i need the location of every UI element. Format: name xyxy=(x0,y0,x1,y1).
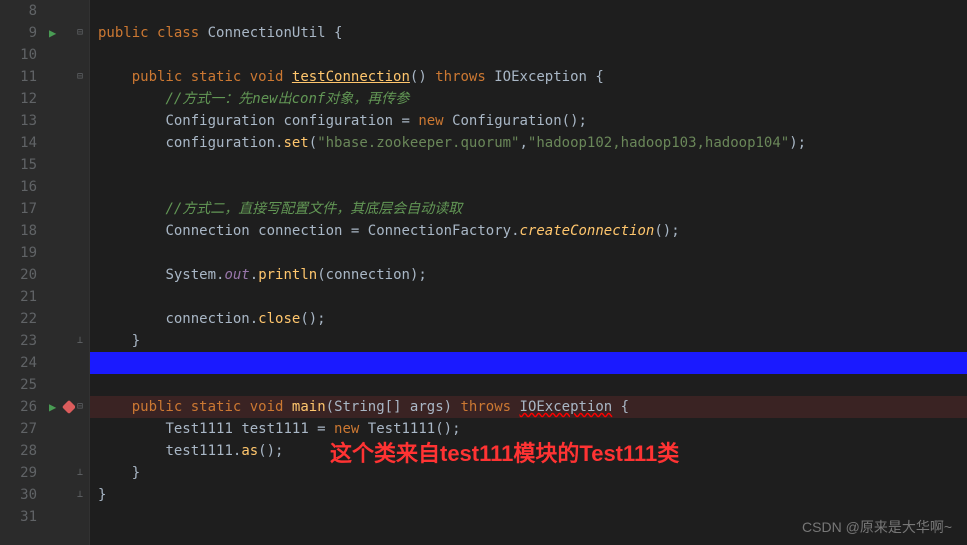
code-comment: //方式一：先new出conf对象，再传参 xyxy=(165,91,409,107)
fold-end-icon[interactable]: ⊥ xyxy=(77,484,83,506)
line-number[interactable]: 8 xyxy=(0,0,37,22)
line-number[interactable]: 24 xyxy=(0,352,37,374)
line-number[interactable]: 11 xyxy=(0,66,37,88)
line-number[interactable]: 10 xyxy=(0,44,37,66)
line-number[interactable]: 13 xyxy=(0,110,37,132)
code-text-area[interactable]: public class ConnectionUtil { public sta… xyxy=(90,0,967,545)
run-gutter-icon[interactable]: ▶ xyxy=(49,22,56,44)
fold-toggle-icon[interactable]: ⊟ xyxy=(77,22,83,44)
line-number[interactable]: 22 xyxy=(0,308,37,330)
fold-end-icon[interactable]: ⊥ xyxy=(77,462,83,484)
line-number[interactable]: 14 xyxy=(0,132,37,154)
line-number-gutter: 8 9 10 11 12 13 14 15 16 17 18 19 20 21 … xyxy=(0,0,45,545)
current-line[interactable] xyxy=(90,352,967,374)
marker-column: ▶ ▶ xyxy=(45,0,75,545)
line-number[interactable]: 30 xyxy=(0,484,37,506)
line-number[interactable]: 16 xyxy=(0,176,37,198)
fold-toggle-icon[interactable]: ⊟ xyxy=(77,66,83,88)
fold-column: ⊟ ⊟ ⊥ ⊟ ⊥ ⊥ xyxy=(75,0,90,545)
line-number[interactable]: 29 xyxy=(0,462,37,484)
line-number[interactable]: 9 xyxy=(0,22,37,44)
line-number[interactable]: 26 xyxy=(0,396,37,418)
line-number[interactable]: 23 xyxy=(0,330,37,352)
line-number[interactable]: 18 xyxy=(0,220,37,242)
line-number[interactable]: 27 xyxy=(0,418,37,440)
line-number[interactable]: 21 xyxy=(0,286,37,308)
fold-end-icon[interactable]: ⊥ xyxy=(77,330,83,352)
watermark-text: CSDN @原来是大华啊~ xyxy=(802,517,952,537)
line-number[interactable]: 12 xyxy=(0,88,37,110)
line-number[interactable]: 25 xyxy=(0,374,37,396)
code-editor: 8 9 10 11 12 13 14 15 16 17 18 19 20 21 … xyxy=(0,0,967,545)
code-comment: //方式二，直接写配置文件，其底层会自动读取 xyxy=(165,201,462,217)
line-number[interactable]: 19 xyxy=(0,242,37,264)
line-number[interactable]: 17 xyxy=(0,198,37,220)
line-number[interactable]: 20 xyxy=(0,264,37,286)
run-gutter-icon[interactable]: ▶ xyxy=(49,396,74,418)
fold-toggle-icon[interactable]: ⊟ xyxy=(77,396,83,418)
line-number[interactable]: 28 xyxy=(0,440,37,462)
line-number[interactable]: 15 xyxy=(0,154,37,176)
line-number[interactable]: 31 xyxy=(0,506,37,528)
